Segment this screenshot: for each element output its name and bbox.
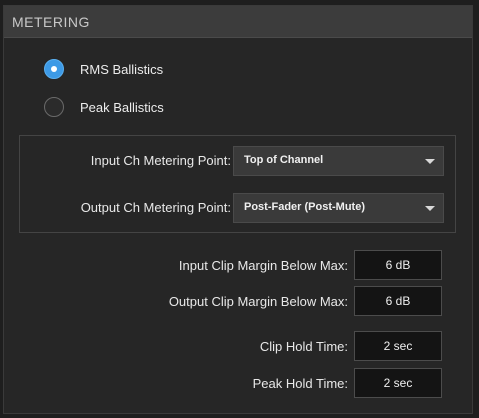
output-metering-point-label: Output Ch Metering Point: xyxy=(80,200,231,215)
peak-hold-time-field[interactable]: 2 sec xyxy=(354,368,442,398)
rms-ballistics-option[interactable]: RMS Ballistics xyxy=(44,57,163,81)
output-metering-point-value: Post-Fader (Post-Mute) xyxy=(244,201,365,213)
chevron-down-icon xyxy=(425,159,435,164)
output-clip-margin-label: Output Clip Margin Below Max: xyxy=(168,294,348,309)
window-background: METERING RMS Ballistics Peak Ballistics … xyxy=(0,0,479,418)
metering-point-group: Input Ch Metering Point: Top of Channel … xyxy=(19,135,456,233)
input-clip-margin-field[interactable]: 6 dB xyxy=(354,250,442,280)
clip-hold-time-field[interactable]: 2 sec xyxy=(354,331,442,361)
rms-ballistics-label: RMS Ballistics xyxy=(80,61,164,77)
peak-ballistics-radio[interactable] xyxy=(44,97,64,117)
metering-panel: METERING RMS Ballistics Peak Ballistics … xyxy=(3,5,473,414)
output-clip-margin-field[interactable]: 6 dB xyxy=(354,286,442,316)
input-metering-point-value: Top of Channel xyxy=(244,154,324,166)
panel-header: METERING xyxy=(4,6,472,38)
chevron-down-icon xyxy=(425,206,435,211)
input-metering-point-label: Input Ch Metering Point: xyxy=(90,153,231,168)
input-clip-margin-label: Input Clip Margin Below Max: xyxy=(178,258,348,273)
peak-ballistics-label: Peak Ballistics xyxy=(80,99,164,115)
input-metering-point-dropdown[interactable]: Top of Channel xyxy=(233,146,444,176)
peak-hold-time-label: Peak Hold Time: xyxy=(252,376,348,391)
panel-title: METERING xyxy=(12,14,90,30)
rms-ballistics-radio[interactable] xyxy=(44,59,64,79)
clip-hold-time-label: Clip Hold Time: xyxy=(259,339,348,354)
output-metering-point-dropdown[interactable]: Post-Fader (Post-Mute) xyxy=(233,193,444,223)
peak-ballistics-option[interactable]: Peak Ballistics xyxy=(44,95,164,119)
